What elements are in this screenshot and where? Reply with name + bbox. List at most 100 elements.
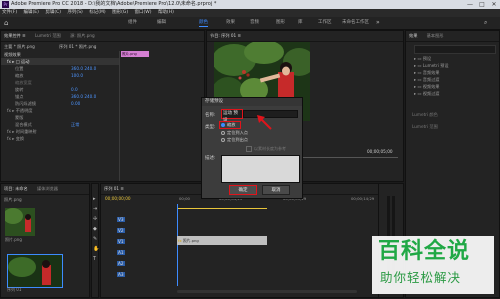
razor-tool-icon[interactable]: ◆ xyxy=(93,226,97,232)
tab-essential-graphics[interactable]: 基本图形 xyxy=(427,33,444,38)
property-blend-mode[interactable]: 混合模式 正常 xyxy=(1,121,119,128)
property-rotation-value[interactable]: 0.0 xyxy=(71,86,78,93)
project-item-name[interactable]: 照片.png xyxy=(4,196,22,203)
project-thumbnail-sequence[interactable] xyxy=(7,254,63,288)
property-mask[interactable]: 蒙版 xyxy=(1,114,119,121)
menu-help[interactable]: 帮助(H) xyxy=(158,10,174,15)
watermark: 百科全说 助你轻松解决 xyxy=(372,236,494,294)
menu-window[interactable]: 窗口(W) xyxy=(135,10,152,15)
property-anti-flicker[interactable]: 防闪烁滤镜 0.00 xyxy=(1,100,119,107)
cancel-button[interactable]: 取消 xyxy=(262,185,290,195)
tab-effects[interactable]: 效果 xyxy=(409,33,417,38)
workspace-tab-custom[interactable]: 未命名工作区 xyxy=(342,17,369,29)
checkbox-icon xyxy=(246,146,252,152)
effect-controls-clip-bar[interactable]: 照片.png xyxy=(121,51,149,57)
pen-tool-icon[interactable]: ✎ xyxy=(93,236,97,242)
tab-effect-controls[interactable]: 效果控件 ≡ xyxy=(4,33,26,38)
track-label-v2[interactable]: V2 xyxy=(117,228,125,233)
menu-clip[interactable]: 剪辑(C) xyxy=(45,10,61,15)
timeline-timecode[interactable]: 00;00;00;00 xyxy=(105,195,131,202)
preset-name-field[interactable]: 运动 预设 xyxy=(221,109,243,123)
workspace-tab-assembly[interactable]: 组件 xyxy=(128,17,137,29)
workspace-tab-libraries[interactable]: 库 xyxy=(298,17,303,29)
property-anti-flicker-value[interactable]: 0.00 xyxy=(71,100,80,107)
type-tool-icon[interactable]: T xyxy=(93,256,96,262)
effects-item-video-effects[interactable]: ▸ ▭ 视频效果 xyxy=(414,83,449,90)
workspace-tab-audio[interactable]: 音频 xyxy=(250,17,259,29)
menu-graphics[interactable]: 图形(G) xyxy=(112,10,128,15)
effects-item-audio-transitions[interactable]: ▸ ▭ 音频过渡 xyxy=(414,76,449,83)
effects-item-video-transitions-label: 视频过渡 xyxy=(422,91,440,96)
workspace-tab-workspaces[interactable]: 工作区 xyxy=(318,17,332,29)
effects-panel-tabs: 效果 基本图形 xyxy=(406,31,499,42)
property-rotation[interactable]: 旋转 0.0 xyxy=(1,86,119,93)
property-anchor[interactable]: 锚点 360.0 240.0 xyxy=(1,93,119,100)
menu-bar: 文件(F) 编辑(E) 剪辑(C) 序列(S) 标记(M) 图形(G) 窗口(W… xyxy=(0,9,500,17)
effects-item-audio-effects[interactable]: ▸ ▭ 音频效果 xyxy=(414,69,449,76)
project-thumbnail-photo[interactable] xyxy=(5,208,35,236)
workspace-tab-graphics[interactable]: 图形 xyxy=(276,17,285,29)
hand-tool-icon[interactable]: ✋ xyxy=(93,246,99,252)
track-label-a1[interactable]: A1 xyxy=(117,250,125,255)
lumetri-color-label[interactable]: Lumetri 颜色 xyxy=(412,111,438,118)
selection-tool-icon[interactable]: ▸ xyxy=(93,196,96,202)
minimize-button[interactable]: — xyxy=(464,0,476,9)
timeline-horizontal-scrollbar[interactable] xyxy=(177,290,357,293)
type-option-scale[interactable]: 缩放 xyxy=(219,121,241,129)
menu-marker[interactable]: 标记(M) xyxy=(89,10,105,15)
description-textarea[interactable] xyxy=(221,155,300,183)
tab-media-browser[interactable]: 媒体浏览器 xyxy=(37,186,58,191)
effects-item-video-transitions[interactable]: ▸ ▭ 视频过渡 xyxy=(414,90,449,97)
menu-sequence[interactable]: 序列(S) xyxy=(67,10,82,15)
timeline-clip[interactable]: fx 照片.png xyxy=(177,236,267,245)
property-anchor-value[interactable]: 360.0 240.0 xyxy=(71,93,96,100)
property-position-value[interactable]: 360.0 240.0 xyxy=(71,65,96,72)
track-label-a2[interactable]: A2 xyxy=(117,261,125,266)
tab-program[interactable]: 节目: 序列 01 ≡ xyxy=(210,33,241,38)
track-header-v1: V1 xyxy=(103,236,175,247)
title-bar: Pr Adobe Premiere Pro CC 2018 - D:\我的文档\A… xyxy=(0,0,500,9)
workspace-tab-editing[interactable]: 编辑 xyxy=(157,17,166,29)
menu-edit[interactable]: 编辑(E) xyxy=(24,10,39,15)
lumetri-scopes-label[interactable]: Lumetri 范围 xyxy=(412,123,438,130)
tab-source[interactable]: 源: 照片.png xyxy=(70,33,95,38)
radio-icon xyxy=(221,131,225,135)
maximize-button[interactable]: □ xyxy=(476,0,488,9)
type-option-anchor-in[interactable]: 定位到入点 xyxy=(221,130,248,136)
effects-search-input[interactable] xyxy=(414,45,496,54)
effects-item-presets[interactable]: ▸ ▭ 预设 xyxy=(414,55,449,62)
project-thumbnail-photo-label: 照片.png xyxy=(5,237,22,242)
tab-lumetri-scopes[interactable]: Lumetri 范围 xyxy=(35,33,61,38)
property-scale-width[interactable]: 缩放宽度 xyxy=(1,79,119,86)
ref-length-checkbox[interactable]: 以素材长度为参考 xyxy=(246,146,286,152)
type-option-anchor-out[interactable]: 定位到出点 xyxy=(221,137,248,143)
menu-file[interactable]: 文件(F) xyxy=(2,10,17,15)
track-label-v1[interactable]: V1 xyxy=(117,239,125,244)
home-icon[interactable]: ⌂ xyxy=(4,19,12,27)
property-position[interactable]: 位置 360.0 240.0 xyxy=(1,65,119,72)
property-motion[interactable]: fx ▸ □ 运动 xyxy=(1,58,119,65)
property-scale[interactable]: 缩放 100.0 xyxy=(1,72,119,79)
work-area-bar[interactable] xyxy=(177,208,267,209)
workspace-overflow-icon[interactable]: » xyxy=(376,19,380,26)
property-time-remap[interactable]: fx ▸ 时间重映射 xyxy=(1,128,119,135)
workspace-tab-color[interactable]: 颜色 xyxy=(199,17,208,29)
property-scale-value[interactable]: 100.0 xyxy=(71,72,83,79)
track-label-v3[interactable]: V3 xyxy=(117,217,125,222)
dialog-name-label: 名称: xyxy=(205,113,216,118)
tab-project[interactable]: 项目: 未命名 xyxy=(4,186,28,191)
property-transform[interactable]: fx ▸ 变换 xyxy=(1,135,119,142)
property-blend-mode-value[interactable]: 正常 xyxy=(71,121,79,128)
timeline-playhead[interactable] xyxy=(177,204,178,286)
tab-sequence[interactable]: 序列 01 ≡ xyxy=(104,186,124,191)
close-button[interactable]: ✕ xyxy=(488,0,500,9)
effects-item-lumetri-presets[interactable]: ▸ ▭ Lumetri 预设 xyxy=(414,62,449,69)
ok-button[interactable]: 确定 xyxy=(229,185,257,195)
ripple-edit-tool-icon[interactable]: ✢ xyxy=(93,216,97,222)
property-opacity[interactable]: fx ▸ 不透明度 xyxy=(1,107,119,114)
search-icon[interactable]: ⌕ xyxy=(484,19,487,27)
track-label-a3[interactable]: A3 xyxy=(117,272,125,277)
workspace-tab-effects[interactable]: 效果 xyxy=(226,17,235,29)
dialog-title: 存储预设 xyxy=(202,98,302,106)
track-select-tool-icon[interactable]: ⇥ xyxy=(93,206,97,212)
